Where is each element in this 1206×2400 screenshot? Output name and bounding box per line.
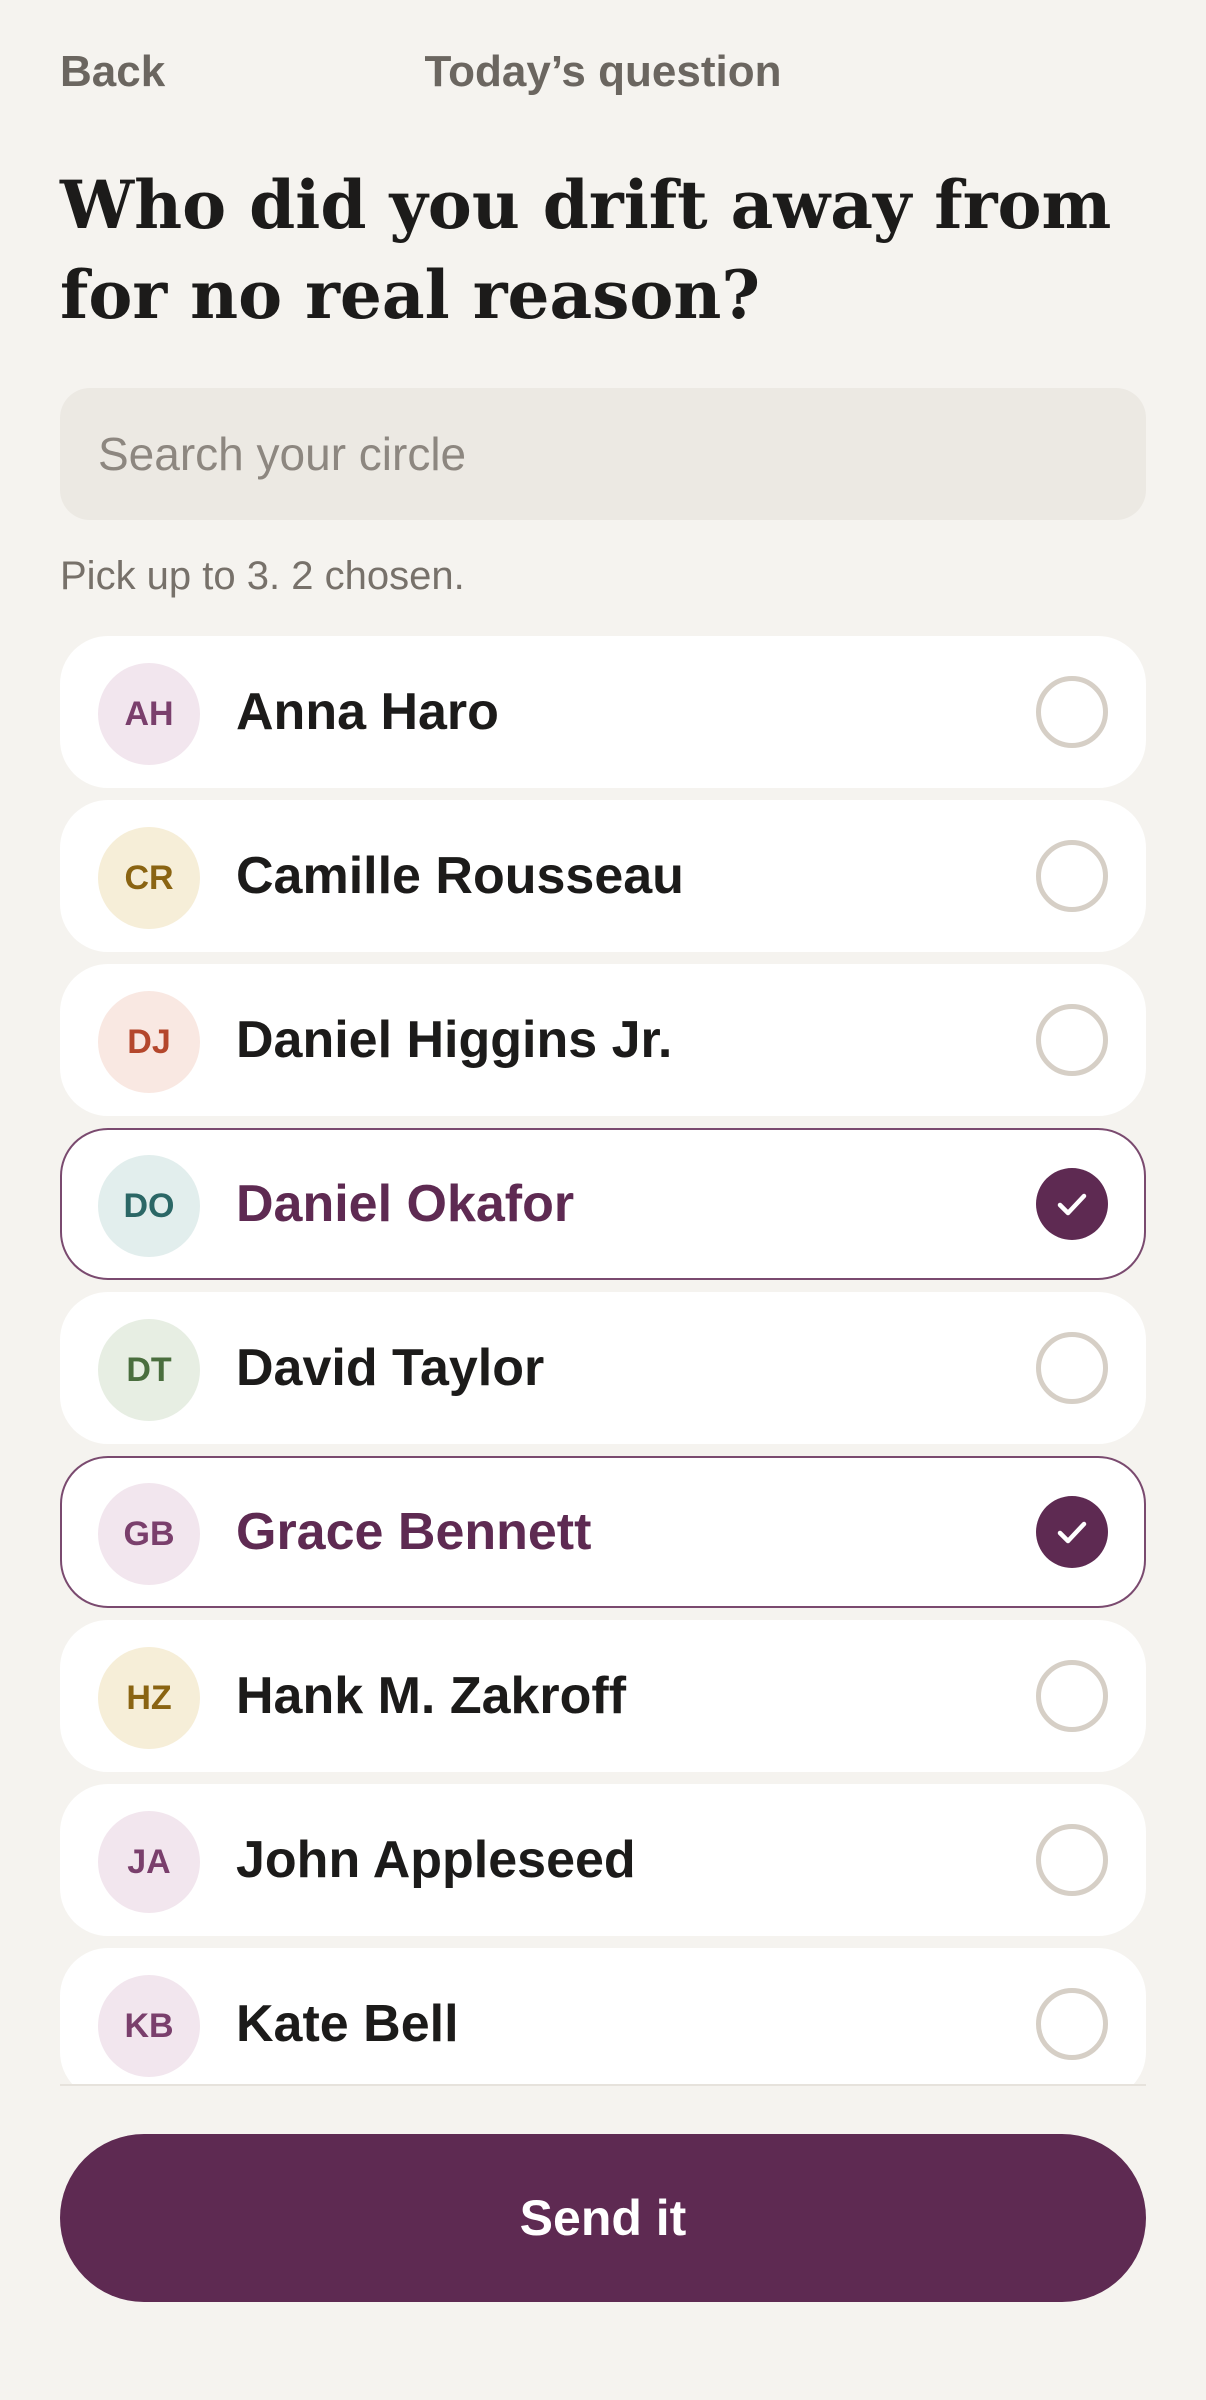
contact-name: Daniel Okafor bbox=[236, 1175, 575, 1233]
send-button[interactable]: Send it bbox=[60, 2134, 1146, 2302]
contact-row[interactable]: DO Daniel Okafor bbox=[60, 1128, 1146, 1280]
radio-circle-icon[interactable] bbox=[1036, 1988, 1108, 2060]
avatar: DO bbox=[98, 1155, 200, 1257]
contact-name: Camille Rousseau bbox=[236, 847, 684, 905]
avatar: HZ bbox=[98, 1647, 200, 1749]
contact-row[interactable]: DJ Daniel Higgins Jr. bbox=[60, 964, 1146, 1116]
screen-title: Today’s question bbox=[424, 47, 782, 96]
contact-name: Hank M. Zakroff bbox=[236, 1667, 627, 1725]
contact-row[interactable]: DT David Taylor bbox=[60, 1292, 1146, 1444]
avatar: KB bbox=[98, 1975, 200, 2077]
radio-circle-icon[interactable] bbox=[1036, 676, 1108, 748]
radio-circle-icon[interactable] bbox=[1036, 1824, 1108, 1896]
checkmark-icon bbox=[1057, 1521, 1087, 1544]
avatar: JA bbox=[98, 1811, 200, 1913]
avatar: GB bbox=[98, 1483, 200, 1585]
checkbox-checked-icon[interactable] bbox=[1036, 1168, 1108, 1240]
avatar: CR bbox=[98, 827, 200, 929]
contact-row[interactable]: CR Camille Rousseau bbox=[60, 800, 1146, 952]
search-input[interactable] bbox=[60, 388, 1146, 520]
radio-circle-icon[interactable] bbox=[1036, 1004, 1108, 1076]
back-button[interactable]: Back bbox=[60, 40, 165, 104]
top-bar: Today’s question Back bbox=[60, 40, 1146, 104]
contact-name: Daniel Higgins Jr. bbox=[236, 1011, 673, 1069]
contact-row[interactable]: KB Kate Bell bbox=[60, 1948, 1146, 2084]
avatar: DJ bbox=[98, 991, 200, 1093]
radio-circle-icon[interactable] bbox=[1036, 840, 1108, 912]
contact-list[interactable]: AH Anna Haro CR Camille Rousseau DJ Daniel Hi… bbox=[60, 636, 1146, 2086]
radio-circle-icon[interactable] bbox=[1036, 1332, 1108, 1404]
contact-name: John Appleseed bbox=[236, 1831, 636, 1889]
screen: Today’s question Back Who did you drift … bbox=[0, 0, 1206, 2400]
selection-hint: Pick up to 3. 2 chosen. bbox=[60, 554, 465, 598]
contact-row[interactable]: JA John Appleseed bbox=[60, 1784, 1146, 1936]
contact-row[interactable]: HZ Hank M. Zakroff bbox=[60, 1620, 1146, 1772]
radio-circle-icon[interactable] bbox=[1036, 1660, 1108, 1732]
contact-name: Kate Bell bbox=[236, 1995, 459, 2053]
question-heading: Who did you drift away from for no real … bbox=[60, 166, 1112, 334]
avatar: DT bbox=[98, 1319, 200, 1421]
contact-row[interactable]: GB Grace Bennett bbox=[60, 1456, 1146, 1608]
checkmark-icon bbox=[1057, 1193, 1087, 1216]
contact-name: David Taylor bbox=[236, 1339, 545, 1397]
avatar: AH bbox=[98, 663, 200, 765]
contact-row[interactable]: AH Anna Haro bbox=[60, 636, 1146, 788]
contact-name: Anna Haro bbox=[236, 683, 499, 741]
contact-name: Grace Bennett bbox=[236, 1503, 592, 1561]
checkbox-checked-icon[interactable] bbox=[1036, 1496, 1108, 1568]
